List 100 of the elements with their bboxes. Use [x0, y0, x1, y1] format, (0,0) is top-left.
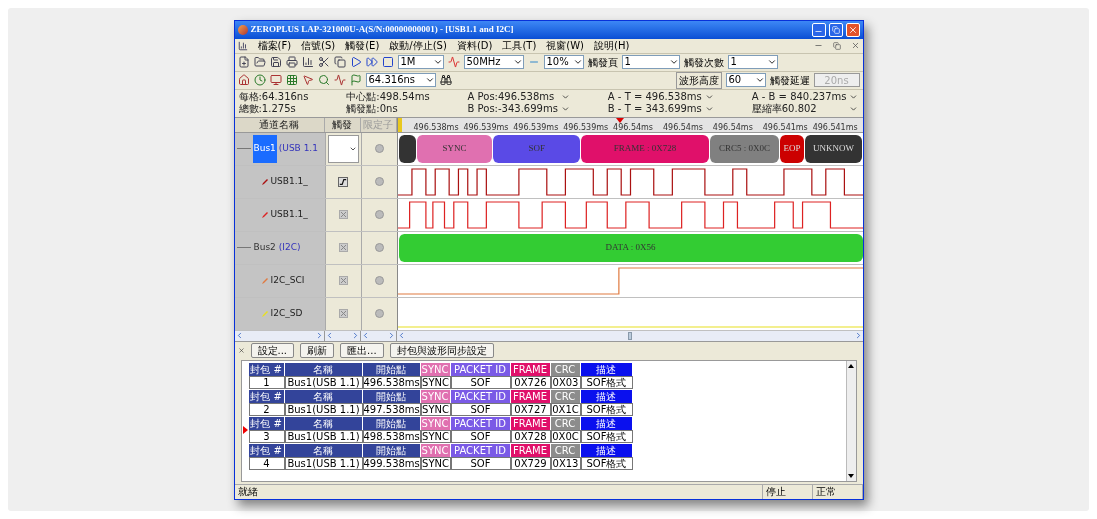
- dropdown-field[interactable]: 1M: [397, 55, 444, 69]
- caret-icon: [754, 75, 765, 85]
- dropdown-field[interactable]: 1: [621, 55, 680, 69]
- column-header[interactable]: 通道名稱: [234, 117, 325, 132]
- channel-name-cell[interactable]: I2C_SCI: [234, 264, 325, 297]
- save-icon[interactable]: [269, 56, 282, 68]
- menu-item[interactable]: 觸發(E): [345, 38, 380, 53]
- column-header: PACKET ID: [450, 389, 511, 403]
- column-header: 封包 #: [248, 416, 285, 430]
- close-icon[interactable]: [237, 347, 245, 354]
- time-tick: 496.539ms: [463, 122, 510, 132]
- column-header: PACKET ID: [450, 416, 511, 430]
- fast-forward-icon[interactable]: [365, 56, 378, 68]
- ignore-trigger-icon[interactable]: [338, 210, 348, 219]
- wave-icon[interactable]: [447, 56, 460, 68]
- scroll-thumb[interactable]: [627, 331, 632, 340]
- menu-item[interactable]: 啟動/停止(S): [389, 38, 447, 53]
- restore-icon[interactable]: [832, 41, 841, 50]
- caret-icon: [432, 57, 443, 67]
- menu-item[interactable]: 視窗(W): [546, 38, 584, 53]
- copy-icon[interactable]: [333, 56, 346, 68]
- dropdown-field[interactable]: 60: [725, 73, 766, 87]
- toolbar-button[interactable]: 封包與波形同步設定: [389, 343, 494, 358]
- close-button[interactable]: [845, 22, 860, 37]
- dropdown-field[interactable]: 50MHz: [463, 55, 524, 69]
- channel-name-cell[interactable]: Bus1 (USB 1.1: [234, 132, 325, 165]
- search-icon[interactable]: [317, 74, 330, 86]
- stop-icon[interactable]: [381, 56, 394, 68]
- play-icon[interactable]: [349, 56, 362, 68]
- column-header: SYNC: [420, 416, 451, 430]
- ignore-trigger-icon[interactable]: [338, 309, 348, 318]
- column-header[interactable]: 觸發: [324, 117, 361, 132]
- binoculars-icon[interactable]: [439, 74, 452, 86]
- qualifier-icon[interactable]: [374, 276, 384, 285]
- channel-name-cell[interactable]: USB1.1_: [234, 165, 325, 198]
- column-header: CRC: [550, 443, 581, 457]
- column-header: 描述: [580, 416, 633, 430]
- column-header: 名稱: [284, 443, 363, 457]
- edge-trigger-icon[interactable]: [338, 176, 348, 187]
- folder-icon[interactable]: [253, 56, 266, 68]
- menu-item[interactable]: 資料(D): [456, 38, 493, 53]
- time-tick: 496.54ms: [662, 122, 704, 132]
- column-header: 名稱: [284, 416, 363, 430]
- ignore-trigger-icon[interactable]: [338, 243, 348, 252]
- ignore-trigger-icon[interactable]: [338, 276, 348, 285]
- dropdown-field[interactable]: 10%: [543, 55, 584, 69]
- bus-name[interactable]: Bus1: [252, 134, 277, 163]
- column-header: FRAME: [510, 443, 551, 457]
- monitor-icon[interactable]: [269, 74, 282, 86]
- flag-icon[interactable]: [349, 74, 362, 86]
- chart-icon[interactable]: [301, 56, 314, 68]
- toolbar-button[interactable]: 刷新: [300, 343, 335, 358]
- grid-icon[interactable]: [285, 74, 298, 86]
- trigger-count-label: 觸發次數: [683, 55, 724, 70]
- menu-item[interactable]: 說明(H): [594, 38, 630, 53]
- channel-name-cell[interactable]: I2C_SD: [234, 297, 325, 330]
- qualifier-icon[interactable]: [374, 177, 384, 186]
- trigger-dropdown[interactable]: [327, 134, 359, 163]
- time-tick: 496.539ms: [513, 122, 560, 132]
- maximize-button[interactable]: [828, 22, 843, 37]
- menu-item[interactable]: 信號(S): [301, 38, 336, 53]
- close-icon[interactable]: [850, 41, 860, 50]
- signal-icon[interactable]: [333, 74, 346, 86]
- column-header: FRAME: [510, 362, 551, 376]
- info-text: B - T = 343.699ms: [607, 103, 702, 115]
- trigger-marker-icon[interactable]: [616, 117, 625, 123]
- clock-icon[interactable]: [253, 74, 266, 86]
- qualifier-icon[interactable]: [374, 210, 384, 219]
- dropdown-field[interactable]: 1: [727, 55, 778, 69]
- column-header: 封包 #: [248, 443, 285, 457]
- channel-name-cell[interactable]: USB1.1_: [234, 198, 325, 231]
- new-file-icon[interactable]: [237, 56, 250, 68]
- toolbar-button[interactable]: 匯出...: [340, 343, 384, 358]
- minimize-button[interactable]: [811, 22, 826, 37]
- scrollbar[interactable]: [845, 360, 856, 481]
- time-tick: 496.538ms: [413, 122, 460, 132]
- column-header: 描述: [580, 362, 633, 376]
- bus-segment: CRC5 : 0X0C: [708, 134, 780, 163]
- qualifier-icon[interactable]: [374, 144, 384, 153]
- column-header: PACKET ID: [450, 362, 511, 376]
- menu-item[interactable]: 工具(T): [502, 38, 537, 53]
- column-header: CRC: [550, 416, 581, 430]
- printer-icon[interactable]: [285, 56, 298, 68]
- column-header: 開始點: [362, 416, 421, 430]
- qualifier-icon[interactable]: [374, 243, 384, 252]
- channel-name-cell[interactable]: Bus2 (I2C): [234, 231, 325, 264]
- pointer-icon[interactable]: [301, 74, 314, 86]
- tree-line: [236, 148, 251, 149]
- bus-segment: UNKNOW: [803, 134, 863, 163]
- bus-name[interactable]: Bus2: [252, 240, 277, 255]
- caret-icon: [766, 57, 777, 67]
- toolbar-button[interactable]: 設定...: [250, 343, 295, 358]
- home-icon[interactable]: [237, 74, 250, 86]
- info-text: 總數:1.275s: [238, 103, 297, 115]
- scissors-icon[interactable]: [317, 56, 330, 68]
- caret-icon: [512, 57, 523, 67]
- dropdown-field[interactable]: 64.316ns: [365, 73, 436, 87]
- cursor-a-marker[interactable]: [397, 117, 402, 132]
- menu-item[interactable]: 檔案(F): [257, 38, 292, 53]
- qualifier-icon[interactable]: [374, 309, 384, 318]
